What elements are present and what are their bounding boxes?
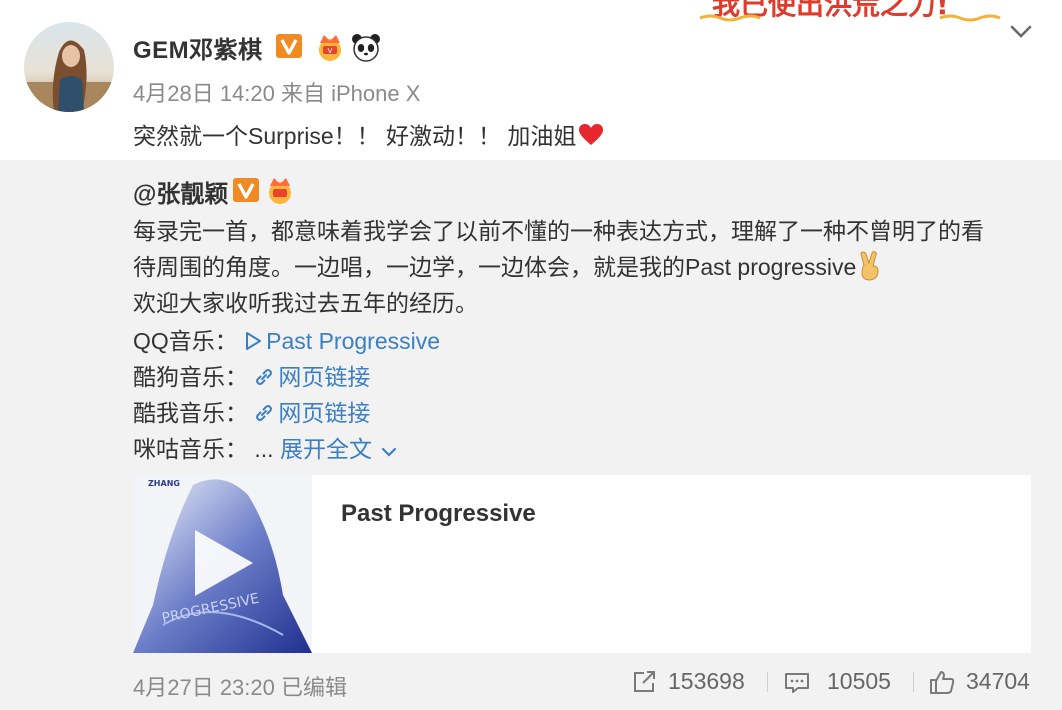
banner-sticker: 我已使出洪荒之力! [699,0,1020,24]
peace-hand-icon [856,251,884,281]
link-row-kugou: 酷狗音乐： 网页链接 [133,358,370,393]
share-icon [632,670,658,700]
link-row-qq: QQ音乐： Past Progressive [133,322,440,357]
link-text[interactable]: 网页链接 [278,364,370,390]
repost-meta: 4月27日 23:20 已编辑 [133,675,347,700]
link-label: 酷狗音乐： [133,364,248,390]
post-text-content: 突然就一个Surprise！！ 好激动！！ 加油姐 [133,123,577,149]
comment-icon [784,671,810,701]
svg-text:V: V [328,47,333,55]
link-text[interactable]: 展开全文 [280,436,372,462]
expand-full-text-link[interactable]: 展开全文 [280,436,402,462]
thumb-label: ZHANG [148,479,180,488]
username[interactable]: GEM邓紫棋 [133,30,263,65]
repost-line: 每录完一首，都意味着我学会了以前不懂的一种表达方式，理解了一种不曾明了的看 [133,218,984,244]
chevron-down-icon[interactable] [1008,20,1034,42]
verified-badge-icon [276,34,302,58]
repost-line-text: 待周围的角度。一边唱，一边学，一边体会，就是我的Past progressive [133,254,857,280]
divider [913,672,914,692]
divider [767,672,768,692]
post-meta: 4月28日 14:20 来自 iPhone X [133,81,421,106]
repost-button[interactable]: 153698 [632,668,745,695]
link-label: 咪咕音乐： [133,436,248,462]
kugou-music-link[interactable]: 网页链接 [254,364,370,390]
link-label: QQ音乐： [133,328,238,354]
thumbs-up-icon [929,669,955,701]
member-crown-icon[interactable] [264,174,296,206]
chevron-down-icon [380,438,398,465]
comment-count: 10505 [827,668,891,694]
repost-line: 欢迎大家收听我过去五年的经历。 [133,290,478,316]
repost-line: 待周围的角度。一边唱，一边学，一边体会，就是我的Past progressive [133,249,1033,285]
media-card[interactable]: ZHANG PROGRESSIVE Past Progressive [133,475,1031,653]
repost-body: 每录完一首，都意味着我学会了以前不懂的一种表达方式，理解了一种不曾明了的看 待周… [133,213,1033,321]
card-title[interactable]: Past Progressive [341,500,536,528]
like-count: 34704 [966,668,1030,694]
verified-badge-icon [233,178,259,202]
banner-text: 我已使出洪荒之力! [712,0,949,21]
repost-count: 153698 [668,668,745,694]
link-label: 酷我音乐： [133,400,248,426]
play-icon [244,330,262,357]
link-text[interactable]: Past Progressive [266,328,440,354]
video-thumbnail[interactable]: ZHANG PROGRESSIVE [133,475,312,653]
link-icon [254,366,274,393]
heart-icon [578,123,604,147]
comment-button[interactable]: 10505 [784,668,891,695]
repost-username[interactable]: @张靓颖 [133,174,228,209]
kuwo-music-link[interactable]: 网页链接 [254,400,370,426]
link-icon [254,402,274,429]
like-button[interactable]: 34704 [929,668,1030,695]
member-crown-icon[interactable]: V [314,31,346,63]
link-text[interactable]: 网页链接 [278,400,370,426]
qq-music-link[interactable]: Past Progressive [244,328,440,354]
link-row-kuwo: 酷我音乐： 网页链接 [133,394,370,429]
panda-icon[interactable] [350,31,382,63]
link-row-migu: 咪咕音乐： ... 展开全文 [133,430,402,465]
post-text: 突然就一个Surprise！！ 好激动！！ 加油姐 [133,117,604,151]
avatar[interactable] [24,22,114,112]
ellipsis: ... [254,436,280,462]
